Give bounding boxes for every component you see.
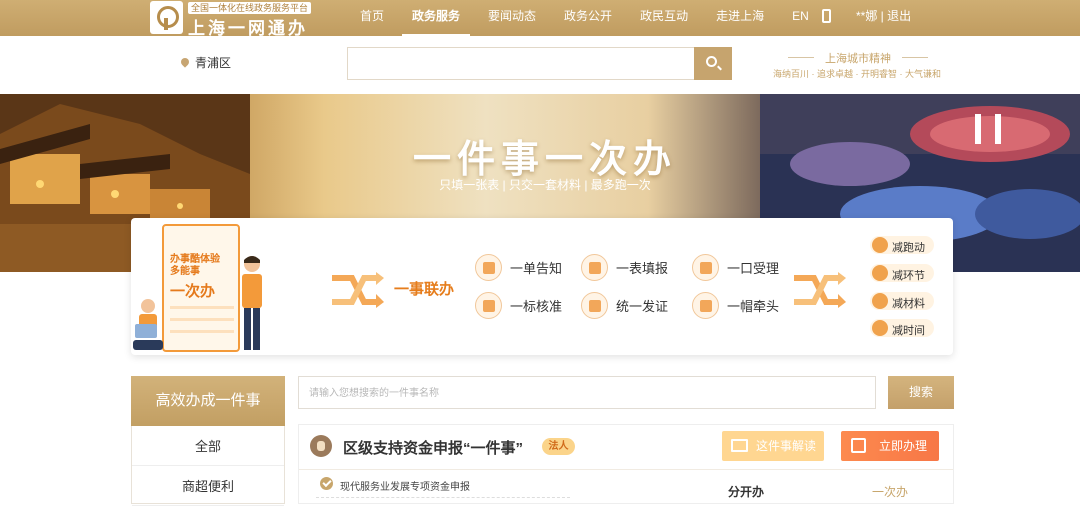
site-search-button[interactable] [694,47,732,80]
reduce-steps-pill: 减环节 [870,264,934,282]
banner-title: 一件事一次办 [412,139,677,181]
divider [299,469,953,470]
nav-interaction[interactable]: 政民互动 [630,0,698,36]
nav-services[interactable]: 政务服务 [402,0,471,36]
clock-icon [872,320,888,336]
top-nav-bar: 全国一体化在线政务服务平台 上海一网通办 首页 政务服务 要闻动态 政务公开 政… [0,0,1080,38]
pill-label: 减跑动 [892,242,925,254]
feature-single-standard: 一标核准 [475,292,562,319]
feature-label: 一口受理 [727,261,780,276]
form-icon [581,254,608,281]
feature-single-window: 一口受理 [692,254,779,281]
check-icon [320,477,333,490]
merge-arrows-left-icon [332,272,384,308]
nav-home[interactable]: 首页 [350,0,394,36]
feature-single-notice: 一单告知 [475,254,562,281]
event-search-input[interactable]: 请输入您想搜索的一件事名称 [298,376,876,409]
running-icon [872,237,888,253]
event-title[interactable]: 区级支持资金申报“一件事” [343,437,523,458]
notice-icon [475,254,502,281]
reduce-time-pill: 减时间 [870,319,934,337]
notepad-illustration: 办事酷体验 多能事 一次办 [162,224,240,352]
feature-label: 统一发证 [616,299,669,314]
feature-label: 一帽牵头 [727,299,780,314]
main-nav: 首页 政务服务 要闻动态 政务公开 政民互动 走进上海 EN [350,0,827,36]
pill-label: 减材料 [892,298,925,310]
nav-shanghai[interactable]: 走进上海 [706,0,774,36]
sub-item-separate-mode: 分开办 [728,485,765,499]
district-selector[interactable]: 青浦区 [195,54,231,71]
reduce-trips-pill: 减跑动 [870,236,934,254]
people-icon [692,292,719,319]
clipboard-icon [692,254,719,281]
note-rule [170,318,234,321]
interpretation-label: 这件事解读 [756,439,817,453]
merge-arrows-right-icon [794,272,846,308]
stamp-icon [475,292,502,319]
city-spirit-title: 上海城市精神 [788,50,928,66]
note-line-1-text: 办事酷体验 [170,254,220,265]
sidebar-item-retail[interactable]: 商超便利 [132,466,284,506]
money-bag-icon [310,435,332,457]
nav-news[interactable]: 要闻动态 [478,0,546,36]
feature-unified-license: 统一发证 [581,292,668,319]
logo-tag: 全国一体化在线政务服务平台 [188,2,312,14]
site-logo[interactable]: 全国一体化在线政务服务平台 上海一网通办 [150,1,312,38]
pill-label: 减环节 [892,270,925,282]
divider [316,497,570,498]
site-search-input[interactable] [347,47,695,80]
apply-icon [851,438,866,453]
center-label: 一事联办 [394,281,455,298]
user-logout-link[interactable]: **娜 | 退出 [856,0,911,32]
standing-person-illustration [242,256,262,350]
reduce-materials-pill: 减材料 [870,292,934,310]
book-icon [731,439,748,452]
feature-single-form: 一表填报 [581,254,668,281]
city-spirit-motto: 海纳百川 · 追求卓越 · 开明睿智 · 大气谦和 [773,69,941,79]
cycle-icon [872,265,888,281]
category-sidebar: 全部 商超便利 [131,426,285,506]
event-search-button[interactable]: 搜索 [888,376,954,409]
sidebar-item-all[interactable]: 全部 [132,426,284,466]
sub-item-once-mode: 一次办 [872,485,909,499]
mobile-phone-icon[interactable] [822,9,831,23]
feature-label: 一单告知 [510,261,563,276]
certificate-icon [581,292,608,319]
feature-single-lead: 一帽牵头 [692,292,779,319]
sidebar-title: 高效办成一件事 [131,376,285,426]
interpretation-button[interactable]: 这件事解读 [722,431,824,461]
search-header: 青浦区 上海城市精神 海纳百川 · 追求卓越 · 开明睿智 · 大气谦和 [0,36,1080,94]
note-rule [170,306,234,309]
apply-now-label: 立即办理 [879,439,928,453]
feature-label: 一表填报 [616,261,669,276]
feature-label: 一标核准 [510,299,563,314]
note-line-2-text: 多能事 [170,266,200,277]
banner-subtitle: 只填一张表 | 只交一套材料 | 最多跑一次 [439,178,651,192]
entity-type-badge: 法人 [542,438,575,455]
pill-label: 减时间 [892,325,925,337]
sitting-person-illustration [133,299,163,350]
note-line-1: 办事酷体验 多能事 [170,254,220,278]
nav-affairs[interactable]: 政务公开 [554,0,622,36]
logo-emblem-icon [150,1,183,34]
event-item: 区级支持资金申报“一件事” 法人 这件事解读 立即办理 现代服务业发展专项资金申… [298,424,954,504]
note-big-text: 一次办 [170,283,216,300]
location-pin-icon [179,56,191,68]
nav-english[interactable]: EN [782,0,819,36]
feature-card: 办事酷体验 多能事 一次办 一事联办 一单告知 一表填报 一口受理 一标核准 统… [131,218,953,355]
sub-item-name[interactable]: 现代服务业发展专项资金申报 [340,478,470,493]
apply-now-button[interactable]: 立即办理 [841,431,939,461]
search-icon [706,56,717,67]
documents-icon [872,293,888,309]
note-rule [170,330,234,333]
